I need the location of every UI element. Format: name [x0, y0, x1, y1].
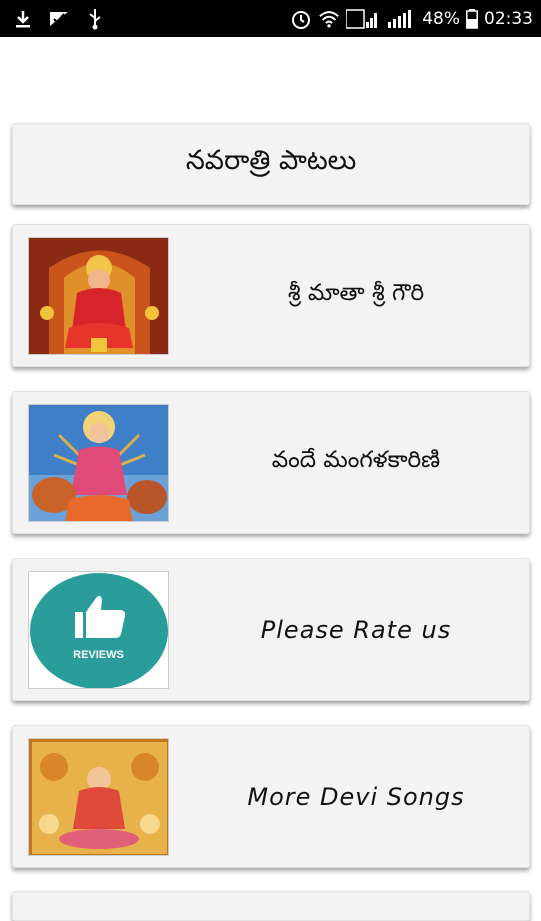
list-item-more-devi-songs[interactable]: More Devi Songs [12, 725, 530, 868]
status-bar: 48% 02:33 [0, 0, 541, 37]
page-title: నవరాత్రి పాటలు [185, 145, 357, 176]
goddess-lakshmi-image [28, 738, 169, 856]
usb-icon [84, 8, 106, 30]
wifi-icon [318, 8, 340, 30]
alarm-icon [290, 8, 312, 30]
signal-icon [346, 8, 380, 30]
reviews-thumbs-up-image: REVIEWS [28, 571, 169, 689]
list-item-partial[interactable] [12, 891, 530, 921]
battery-percent: 48% [422, 8, 460, 29]
item-label: వందే మంగళకారిణి [271, 446, 441, 473]
download-icon [12, 8, 34, 30]
goddess-durga-image [28, 404, 169, 522]
checkmark-icon [48, 8, 70, 30]
list-item-gauri[interactable]: శ్రీ మాతా శ్రీ గౌరి [12, 224, 530, 367]
signal-icon [386, 8, 416, 30]
item-label: Please Rate us [260, 615, 452, 644]
battery-icon [466, 8, 478, 30]
goddess-gauri-image [28, 237, 169, 355]
list-item-rate-us[interactable]: REVIEWS Please Rate us [12, 558, 530, 701]
header-card: నవరాత్రి పాటలు [12, 123, 530, 205]
reviews-badge-text: REVIEWS [73, 649, 124, 661]
item-label: శ్రీ మాతా శ్రీ గౌరి [287, 279, 425, 306]
item-label: More Devi Songs [247, 782, 465, 811]
clock-time: 02:33 [484, 8, 533, 29]
list-item-vande[interactable]: వందే మంగళకారిణి [12, 391, 530, 534]
